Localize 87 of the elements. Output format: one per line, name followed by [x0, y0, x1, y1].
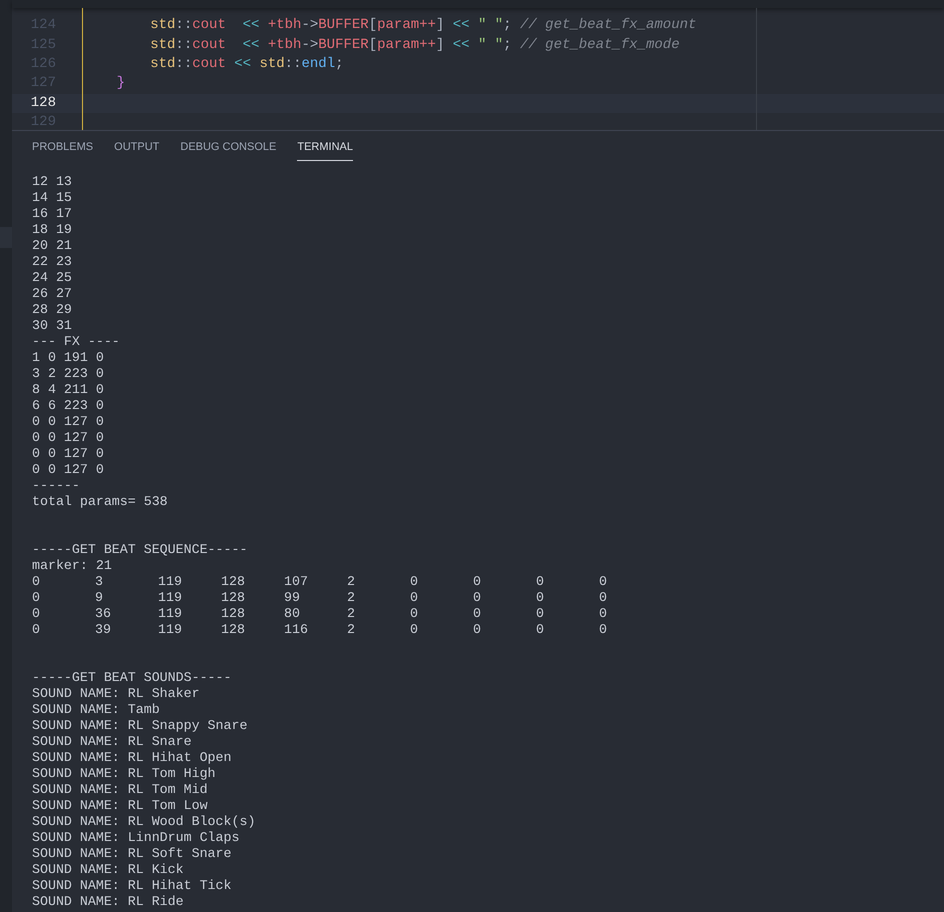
code-line: std::cout << +tbh->BUFFER[param++] << " "; // get_beat_fx_mode [149, 36, 680, 55]
terminal-value: 0 [536, 590, 544, 605]
terminal-line: 28 29 [32, 302, 72, 318]
terminal-value: 36 [95, 606, 111, 621]
terminal-line: 1 0 191 0 [32, 350, 104, 366]
panel-tab[interactable]: DEBUG CONSOLE [180, 137, 276, 161]
terminal-line: 12 13 [32, 174, 72, 190]
terminal-line: 14 15 [32, 190, 72, 206]
code-line: } [116, 74, 126, 94]
terminal-line: SOUND NAME: RL Snappy Snare [32, 718, 248, 734]
terminal-value: 3 [95, 574, 103, 589]
terminal-line: 0 0 127 0 [32, 446, 104, 462]
terminal-value: 119 [158, 590, 182, 605]
terminal-value: 0 [473, 622, 481, 637]
terminal-line: 22 23 [32, 254, 72, 270]
panel-tab[interactable]: TERMINAL [297, 137, 353, 161]
code-line: std::cout << +tbh->BUFFER[param++] << " "; // get_beat_fx_amount [149, 16, 696, 36]
terminal-line: ------ [32, 478, 80, 494]
terminal-value: 2 [347, 606, 355, 621]
terminal-line: 0 0 127 0 [32, 462, 104, 478]
terminal-value: 0 [410, 606, 418, 621]
terminal-line: 0 0 127 0 [32, 414, 104, 430]
terminal-value: 0 [410, 622, 418, 637]
terminal-value: 116 [284, 622, 308, 637]
terminal-value: 128 [221, 574, 245, 589]
terminal-value: 0 [32, 574, 40, 589]
terminal-value: 0 [32, 622, 40, 637]
terminal-line: SOUND NAME: RL Soft Snare [32, 846, 232, 862]
terminal-value: 0 [473, 606, 481, 621]
terminal-line: -----GET BEAT SEQUENCE----- [32, 542, 248, 558]
terminal-line: 26 27 [32, 286, 72, 302]
terminal-value: 9 [95, 590, 103, 605]
terminal-value: 119 [158, 606, 182, 621]
terminal-line: SOUND NAME: RL Hihat Tick [32, 878, 232, 894]
terminal-line: 8 4 211 0 [32, 382, 104, 398]
terminal-line: 3 2 223 0 [32, 366, 104, 382]
terminal-line: SOUND NAME: LinnDrum Claps [32, 830, 240, 846]
terminal-value: 119 [158, 622, 182, 637]
terminal-value: 39 [95, 622, 111, 637]
terminal-value: 2 [347, 590, 355, 605]
terminal-line: SOUND NAME: RL Tom Mid [32, 782, 208, 798]
line-number: 128 [30, 94, 56, 113]
terminal-value: 0 [410, 574, 418, 589]
terminal-line: 20 21 [32, 238, 72, 254]
terminal-value: 2 [347, 574, 355, 589]
terminal-value: 0 [599, 574, 607, 589]
terminal-value: 0 [32, 590, 40, 605]
terminal-value: 0 [32, 606, 40, 621]
terminal-value: 119 [158, 574, 182, 589]
terminal-line: 18 19 [32, 222, 72, 238]
terminal-line: 0 0 127 0 [32, 430, 104, 446]
terminal-line: marker: 21 [32, 558, 112, 574]
terminal-value: 0 [473, 590, 481, 605]
terminal-value: 99 [284, 590, 300, 605]
terminal-value: 0 [536, 574, 544, 589]
code-line: std::cout << std::endl; [149, 54, 344, 74]
terminal-value: 0 [599, 622, 607, 637]
terminal-line: SOUND NAME: RL Ride [32, 894, 184, 910]
terminal-value: 0 [536, 622, 544, 637]
terminal-line: SOUND NAME: RL Tom Low [32, 798, 208, 814]
terminal-line: SOUND NAME: RL Tom High [32, 766, 216, 782]
terminal-line: 30 31 [32, 318, 72, 334]
terminal-value: 128 [221, 590, 245, 605]
terminal-line: SOUND NAME: RL Snare [32, 734, 192, 750]
terminal-value: 0 [599, 606, 607, 621]
terminal-value: 128 [221, 606, 245, 621]
terminal-value: 80 [284, 606, 300, 621]
panel-tab[interactable]: PROBLEMS [32, 137, 94, 161]
terminal-value: 0 [599, 590, 607, 605]
terminal-value: 2 [347, 622, 355, 637]
terminal-line: 16 17 [32, 206, 72, 222]
terminal-value: 128 [221, 622, 245, 637]
terminal-line: 24 25 [32, 270, 72, 286]
terminal-value: 0 [410, 590, 418, 605]
terminal-line: SOUND NAME: RL Shaker [32, 686, 200, 702]
terminal-line: total params= 538 [32, 494, 168, 510]
terminal-value: 107 [284, 574, 308, 589]
panel-tab[interactable]: OUTPUT [114, 137, 160, 161]
terminal-line: SOUND NAME: Tamb [32, 702, 160, 718]
terminal-line: SOUND NAME: RL Kick [32, 862, 184, 878]
terminal-line: SOUND NAME: RL Wood Block(s) [32, 814, 256, 830]
terminal-line: 6 6 223 0 [32, 398, 104, 414]
terminal-line: SOUND NAME: RL Hihat Open [32, 750, 232, 766]
terminal-value: 0 [473, 574, 481, 589]
terminal-value: 0 [536, 606, 544, 621]
terminal-line: -----GET BEAT SOUNDS----- [32, 670, 232, 686]
terminal-line: --- FX ---- [32, 334, 120, 350]
